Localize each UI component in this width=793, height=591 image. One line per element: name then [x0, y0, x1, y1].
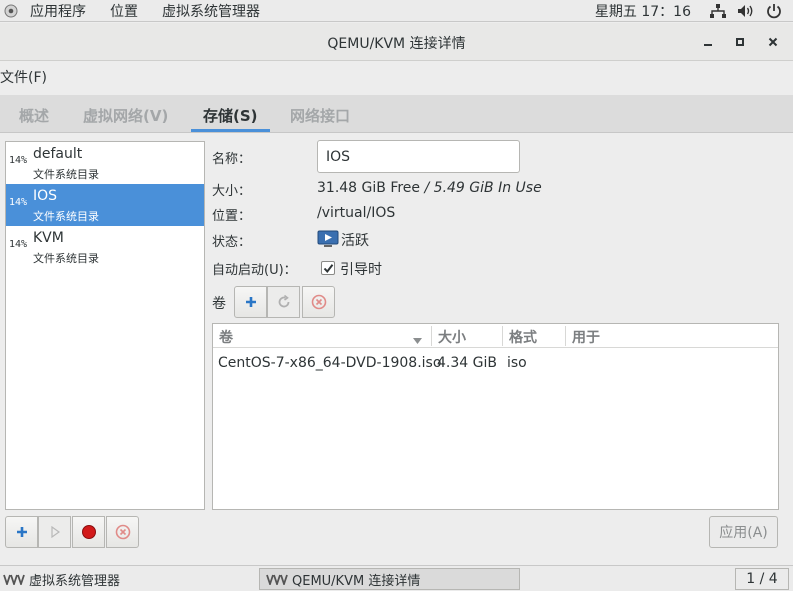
taskbar: 虚拟系统管理器 QEMU/KVM 连接详情 1 / 4	[0, 565, 793, 591]
column-header-volume[interactable]: 卷	[219, 327, 233, 347]
size-separator: /	[420, 180, 434, 196]
tab-virtual-networks[interactable]: 虚拟网络(V)	[83, 105, 168, 126]
minimize-button[interactable]	[699, 33, 717, 51]
autostart-value: 引导时	[340, 262, 382, 278]
window-title: QEMU/KVM 连接详情	[327, 36, 466, 52]
tab-network-interfaces[interactable]: 网络接口	[290, 105, 350, 126]
volume-size-cell: 4.34 GiB	[437, 355, 497, 371]
pool-name: default	[33, 146, 83, 162]
network-icon[interactable]	[709, 2, 727, 20]
pool-usage-percent: 14%	[9, 155, 28, 166]
size-label: 大小：	[212, 184, 252, 199]
storage-pool-list[interactable]: 14% default 文件系统目录 14% IOS 文件系统目录 14% KV…	[5, 141, 205, 510]
pool-type: 文件系统目录	[33, 168, 99, 181]
pool-item-kvm[interactable]: 14% KVM 文件系统目录	[6, 226, 204, 268]
autostart-checkbox[interactable]	[321, 261, 335, 275]
location-label: 位置：	[212, 209, 252, 224]
volume-format-cell: iso	[507, 355, 527, 371]
volume-name-cell: CentOS-7-x86_64-DVD-1908.iso	[218, 355, 442, 371]
task-label: QEMU/KVM 连接详情	[292, 573, 421, 589]
sort-descending-icon	[413, 333, 422, 348]
volume-table-header: 卷 大小 格式 用于	[213, 324, 778, 348]
tab-bar: 概述 虚拟网络(V) 存储(S) 网络接口	[0, 95, 793, 133]
pool-name: IOS	[33, 188, 58, 204]
column-header-used-by[interactable]: 用于	[572, 327, 600, 347]
column-separator	[431, 326, 432, 346]
tab-storage[interactable]: 存储(S)	[203, 105, 258, 126]
pool-usage-percent: 14%	[9, 197, 28, 208]
task-connection-details[interactable]: QEMU/KVM 连接详情	[259, 568, 520, 590]
pool-detail-panel: 名称： 大小： 31.48 GiB Free / 5.49 GiB In Use…	[207, 133, 793, 553]
apply-button[interactable]: 应用(A)	[709, 516, 778, 548]
volume-icon[interactable]	[737, 2, 755, 20]
window-titlebar: QEMU/KVM 连接详情	[0, 23, 793, 61]
location-value: /virtual/IOS	[317, 205, 396, 221]
workspace-pager[interactable]: 1 / 4	[735, 568, 789, 590]
volume-table[interactable]: 卷 大小 格式 用于 CentOS-7-x86_64-DVD-1908.iso …	[212, 323, 779, 510]
pool-name: KVM	[33, 230, 64, 246]
size-value: 31.48 GiB Free / 5.49 GiB In Use	[317, 180, 542, 196]
virt-manager-icon	[3, 574, 25, 585]
active-tab-indicator	[191, 129, 270, 132]
start-pool-button[interactable]	[38, 516, 71, 548]
virt-manager-icon	[266, 574, 288, 585]
task-label: 虚拟系统管理器	[29, 573, 121, 589]
pool-name-field[interactable]	[317, 140, 520, 173]
clock[interactable]: 星期五 17：16	[595, 1, 691, 21]
state-label: 状态：	[212, 235, 252, 250]
power-icon[interactable]	[765, 2, 783, 20]
column-header-size[interactable]: 大小	[438, 327, 466, 347]
applications-menu[interactable]: 应用程序	[18, 1, 98, 21]
app-menu[interactable]: 虚拟系统管理器	[150, 1, 272, 21]
pool-type: 文件系统目录	[33, 252, 99, 265]
close-button[interactable]	[764, 33, 782, 51]
size-in-use: 5.49 GiB In Use	[433, 180, 542, 196]
refresh-volumes-button[interactable]	[267, 286, 300, 318]
task-virt-manager[interactable]: 虚拟系统管理器	[3, 568, 255, 590]
menubar: 文件(F)	[0, 62, 793, 88]
state-value: 活跃	[341, 233, 369, 249]
pool-usage-percent: 14%	[9, 239, 28, 250]
name-label: 名称：	[212, 152, 252, 167]
maximize-button[interactable]	[731, 33, 749, 51]
size-free: 31.48 GiB Free	[317, 180, 421, 196]
column-header-format[interactable]: 格式	[509, 327, 537, 347]
delete-volume-button[interactable]	[302, 286, 335, 318]
autostart-label: 自动启动(U)：	[212, 263, 297, 278]
state-active-icon	[317, 230, 339, 248]
stop-pool-button[interactable]	[72, 516, 105, 548]
file-menu[interactable]: 文件(F)	[0, 67, 47, 87]
applications-icon	[4, 4, 18, 17]
top-panel: 应用程序 位置 虚拟系统管理器 星期五 17：16	[0, 0, 793, 22]
tab-overview[interactable]: 概述	[19, 105, 49, 126]
add-volume-button[interactable]	[234, 286, 267, 318]
volumes-label: 卷	[212, 296, 226, 312]
pool-type: 文件系统目录	[33, 210, 99, 223]
pool-item-default[interactable]: 14% default 文件系统目录	[6, 142, 204, 184]
add-pool-button[interactable]	[5, 516, 38, 548]
places-menu[interactable]: 位置	[98, 1, 150, 21]
column-separator	[565, 326, 566, 346]
pool-item-ios[interactable]: 14% IOS 文件系统目录	[6, 184, 204, 226]
delete-pool-button[interactable]	[106, 516, 139, 548]
column-separator	[502, 326, 503, 346]
